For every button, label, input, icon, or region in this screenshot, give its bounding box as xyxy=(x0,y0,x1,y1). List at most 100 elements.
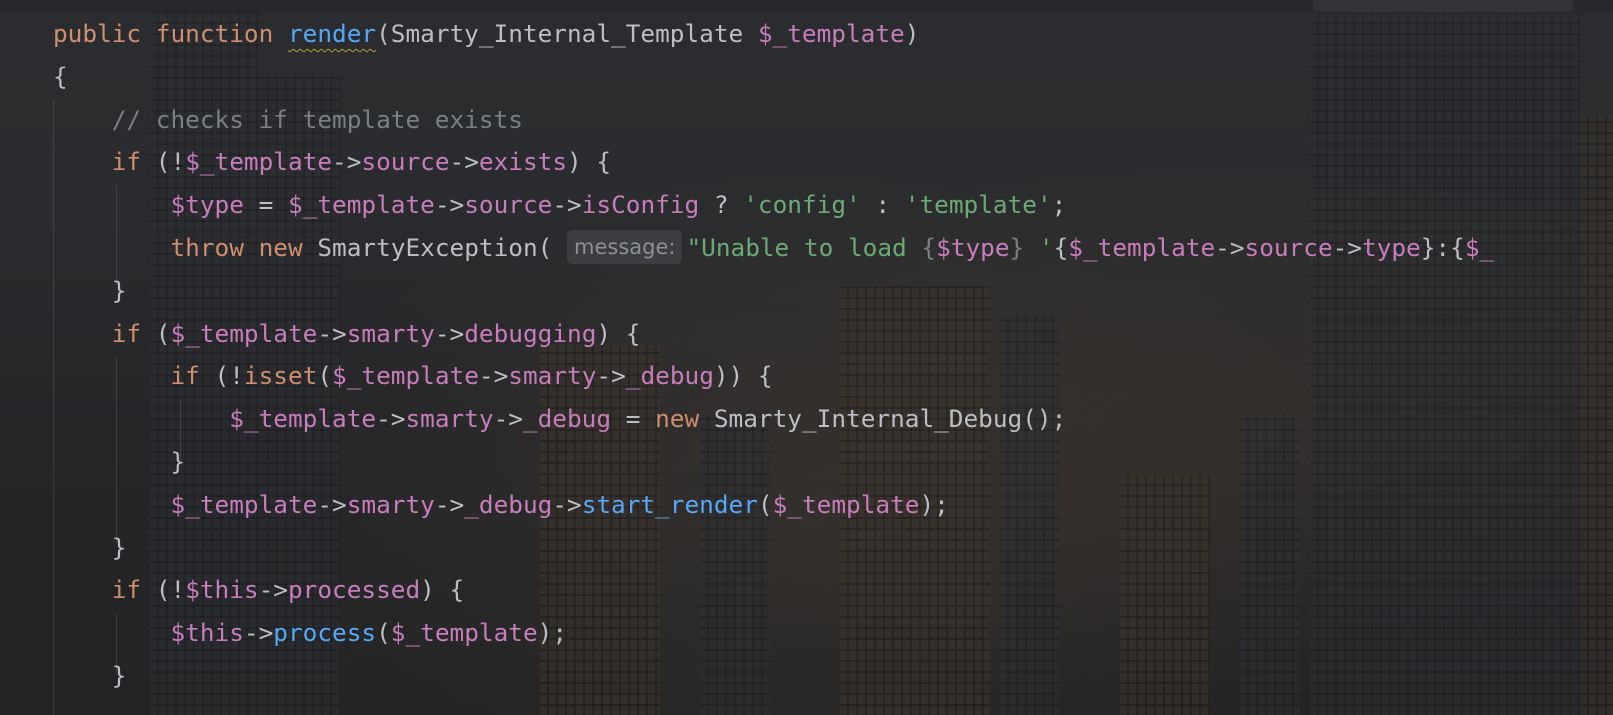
code-token: )) { xyxy=(713,361,773,391)
code-token: ( xyxy=(757,489,773,519)
code-line[interactable]: $this->process($_template); xyxy=(53,612,1494,655)
code-token: ? xyxy=(699,190,744,220)
code-token: function xyxy=(155,19,274,48)
code-lines[interactable]: public function render(Smarty_Internal_T… xyxy=(53,13,1494,698)
code-token: (! xyxy=(141,147,186,177)
code-token: } xyxy=(111,660,127,690)
code-token: -> xyxy=(243,618,274,648)
code-token: -> xyxy=(376,404,406,434)
code-token: debugging xyxy=(464,318,597,348)
code-token: } xyxy=(111,532,127,562)
code-token: process xyxy=(273,618,377,648)
code-token: smarty xyxy=(508,361,597,391)
code-token: -> xyxy=(317,318,347,348)
code-line[interactable]: } xyxy=(53,655,1494,698)
code-token: throw xyxy=(170,232,244,262)
code-token: -> xyxy=(552,190,582,220)
code-line[interactable]: $_template->smarty->_debug->start_render… xyxy=(53,484,1494,527)
code-line[interactable]: { xyxy=(53,56,1494,99)
code-token: -> xyxy=(596,361,626,391)
code-line[interactable]: } xyxy=(53,527,1494,570)
parameter-hint: message: xyxy=(567,229,683,264)
code-token: if xyxy=(111,575,142,605)
code-token: } xyxy=(170,446,186,476)
code-token: _debug xyxy=(625,361,714,391)
code-token: -> xyxy=(552,489,582,519)
code-token: $_template xyxy=(170,318,318,348)
code-editor[interactable]: public function render(Smarty_Internal_T… xyxy=(0,0,1613,715)
top-overlay-tab xyxy=(1313,0,1573,12)
code-line[interactable]: if (!$_template->source->exists) { xyxy=(53,141,1494,184)
code-token: ' xyxy=(1024,232,1054,262)
code-token: $type xyxy=(170,190,244,220)
code-token: ); xyxy=(537,618,568,648)
code-line[interactable]: } xyxy=(53,441,1494,484)
code-token: Smarty_Internal_Debug(); xyxy=(699,404,1067,434)
code-token: ( xyxy=(141,318,171,348)
code-token: start_render xyxy=(581,489,758,519)
code-token: $_template xyxy=(229,404,377,434)
code-token: 'config' xyxy=(743,190,861,220)
code-line[interactable]: if (!$this->processed) { xyxy=(53,569,1494,612)
code-token: -> xyxy=(493,404,523,434)
code-token: ) { xyxy=(420,575,465,605)
code-token: new xyxy=(258,232,303,262)
code-token: } xyxy=(111,275,127,305)
code-token: (! xyxy=(199,361,244,391)
code-token: } xyxy=(1009,232,1025,262)
code-token: }:{ xyxy=(1420,232,1465,262)
code-line[interactable]: // checks if template exists xyxy=(53,99,1494,142)
code-token: smarty xyxy=(346,489,435,519)
code-token: = xyxy=(611,404,656,434)
code-token: ( xyxy=(376,618,391,648)
code-token: new xyxy=(655,404,700,434)
code-line[interactable]: $type = $_template->source->isConfig ? '… xyxy=(53,184,1494,227)
code-token: _debug xyxy=(522,404,612,434)
code-token: if xyxy=(170,361,200,391)
code-token: -> xyxy=(332,147,362,177)
code-token: $_template xyxy=(390,618,538,648)
code-line[interactable]: } xyxy=(53,270,1494,313)
code-token: $_template xyxy=(185,147,333,177)
code-token: $_template xyxy=(772,489,920,519)
code-token: ); xyxy=(919,489,949,519)
code-token: exists xyxy=(478,147,568,177)
code-token: (Smarty_Internal_Template xyxy=(376,19,758,48)
code-token: isset xyxy=(243,361,318,391)
code-line[interactable]: $_template->smarty->_debug = new Smarty_… xyxy=(53,398,1494,441)
code-token: -> xyxy=(434,190,465,220)
code-token: ; xyxy=(1051,190,1067,220)
code-line[interactable]: if ($_template->smarty->debugging) { xyxy=(53,313,1494,356)
code-token: source xyxy=(1244,232,1333,262)
code-token: smarty xyxy=(405,404,494,434)
code-token: -> xyxy=(317,489,347,519)
code-token: $_ xyxy=(1464,232,1495,262)
code-token: -> xyxy=(434,318,465,348)
code-token: $_template xyxy=(170,489,318,519)
code-token: -> xyxy=(434,489,465,519)
code-token: $type xyxy=(936,232,1010,262)
code-token: if xyxy=(111,147,142,177)
code-token: $_template xyxy=(757,19,905,48)
code-line[interactable]: if (!isset($_template->smarty->_debug)) … xyxy=(53,355,1494,398)
code-line[interactable]: throw new SmartyException( message: "Unab… xyxy=(53,227,1494,270)
code-line[interactable]: public function render(Smarty_Internal_T… xyxy=(53,13,1494,56)
code-token: { xyxy=(921,232,937,262)
code-token: source xyxy=(464,190,553,220)
code-token: -> xyxy=(449,147,479,177)
code-token: (! xyxy=(141,575,186,605)
